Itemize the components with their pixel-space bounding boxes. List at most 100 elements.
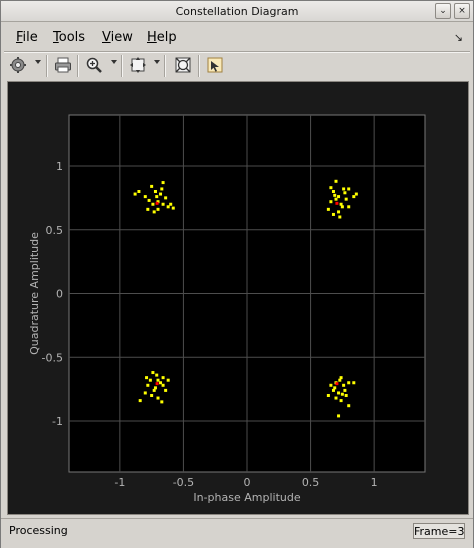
toolbar-separator xyxy=(77,55,79,77)
y-tick-label: -0.5 xyxy=(42,351,63,364)
constellation-point xyxy=(354,192,358,196)
window-title: Constellation Diagram xyxy=(175,5,299,18)
x-tick-label: 1 xyxy=(371,476,378,489)
menu-tools-label: ools xyxy=(58,30,86,45)
zoom-button[interactable] xyxy=(83,54,105,76)
reference-point xyxy=(335,201,339,205)
app-window: Constellation Diagram ⌄ × File Tools Vie… xyxy=(0,0,474,548)
constellation-point xyxy=(161,383,165,387)
constellation-point xyxy=(143,391,147,395)
reference-point xyxy=(335,382,339,386)
constellation-point xyxy=(151,371,155,375)
constellation-point xyxy=(145,376,149,380)
y-tick-label: 0 xyxy=(56,288,63,301)
constellation-point xyxy=(150,394,154,397)
print-icon xyxy=(55,57,71,73)
menu-view[interactable]: View xyxy=(102,30,133,45)
settings-dropdown-icon[interactable] xyxy=(35,60,41,64)
constellation-point xyxy=(164,196,168,200)
constellation-plot: -1 -0.5 0 0.5 1 1 0.5 0 -0.5 -1 In-phase Amplitud… xyxy=(28,114,426,504)
constellation-point xyxy=(329,383,333,387)
constellation-point xyxy=(169,202,173,206)
constellation-point xyxy=(337,414,341,418)
constellation-point xyxy=(337,391,341,395)
constellation-point xyxy=(344,197,348,201)
constellation-point xyxy=(152,210,156,214)
constellation-point xyxy=(133,192,137,196)
constellation-point xyxy=(150,184,154,188)
constellation-point xyxy=(333,386,337,390)
constellation-point xyxy=(338,215,342,219)
constellation-point xyxy=(147,198,151,202)
menu-bar: File Tools View Help ↘ xyxy=(1,22,473,50)
title-bar[interactable]: Constellation Diagram ⌄ × xyxy=(1,1,473,22)
constellation-point xyxy=(160,187,164,191)
fit-dropdown-icon[interactable] xyxy=(154,60,160,64)
constellation-point xyxy=(146,383,150,387)
constellation-point xyxy=(352,381,356,385)
minimize-button[interactable]: ⌄ xyxy=(435,3,451,19)
constellation-point xyxy=(160,400,164,404)
constellation-point xyxy=(326,207,330,211)
scope-settings-icon xyxy=(175,57,191,73)
x-axis-label: In-phase Amplitude xyxy=(193,491,300,504)
constellation-point xyxy=(164,388,168,392)
close-button[interactable]: × xyxy=(454,3,470,19)
dock-arrow-icon[interactable]: ↘ xyxy=(454,31,463,44)
constellation-point xyxy=(155,195,159,199)
constellation-point xyxy=(156,207,160,211)
print-button[interactable] xyxy=(52,54,74,76)
constellation-point xyxy=(151,202,155,206)
toolbar-separator xyxy=(121,55,123,77)
menu-file[interactable]: File xyxy=(16,30,38,45)
menu-view-mnemonic: V xyxy=(102,30,111,45)
x-tick-label: -1 xyxy=(114,476,125,489)
constellation-point xyxy=(339,376,343,380)
constellation-point xyxy=(152,388,156,392)
highlight-icon xyxy=(207,57,223,73)
constellation-point xyxy=(340,392,344,396)
fit-to-view-button[interactable] xyxy=(127,54,149,76)
zoom-dropdown-icon[interactable] xyxy=(111,60,117,64)
menu-file-label: ile xyxy=(22,30,38,45)
y-tick-label: 0.5 xyxy=(46,224,64,237)
constellation-figure: -1 -0.5 0 0.5 1 1 0.5 0 -0.5 -1 In-phase Amplitud… xyxy=(7,81,469,515)
status-text: Processing xyxy=(9,524,68,537)
constellation-point xyxy=(347,187,351,191)
x-tick-label: -0.5 xyxy=(173,476,194,489)
frame-counter: Frame=3 xyxy=(413,523,465,539)
toolbar xyxy=(1,53,473,79)
constellation-point xyxy=(329,186,333,190)
constellation-point xyxy=(343,191,347,195)
constellation-point xyxy=(334,197,338,201)
menu-help[interactable]: Help xyxy=(147,30,177,45)
constellation-point xyxy=(338,378,342,382)
zoom-in-icon xyxy=(86,57,102,73)
highlight-button[interactable] xyxy=(204,54,226,76)
scope-settings-button[interactable] xyxy=(172,54,194,76)
constellation-point xyxy=(138,399,142,403)
constellation-point xyxy=(143,195,147,199)
menu-view-label: iew xyxy=(110,30,133,45)
constellation-point xyxy=(331,190,335,193)
constellation-point xyxy=(161,202,165,206)
constellation-point xyxy=(171,206,175,210)
constellation-point xyxy=(347,205,351,209)
constellation-point xyxy=(337,210,341,214)
constellation-point xyxy=(159,192,163,196)
constellation-point xyxy=(148,378,152,382)
constellation-point xyxy=(153,190,157,193)
y-tick-label: 1 xyxy=(56,160,63,173)
x-tick-label: 0 xyxy=(244,476,251,489)
constellation-point xyxy=(161,376,165,380)
menu-tools[interactable]: Tools xyxy=(53,30,85,45)
menu-help-label: elp xyxy=(156,30,177,45)
y-axis-label: Quadrature Amplitude xyxy=(28,232,41,355)
constellation-point xyxy=(326,394,330,397)
toolbar-separator xyxy=(46,55,48,77)
constellation-point xyxy=(146,207,150,211)
constellation-point xyxy=(344,394,348,397)
constellation-point xyxy=(334,179,338,183)
constellation-point xyxy=(342,383,346,387)
settings-button[interactable] xyxy=(7,54,29,76)
